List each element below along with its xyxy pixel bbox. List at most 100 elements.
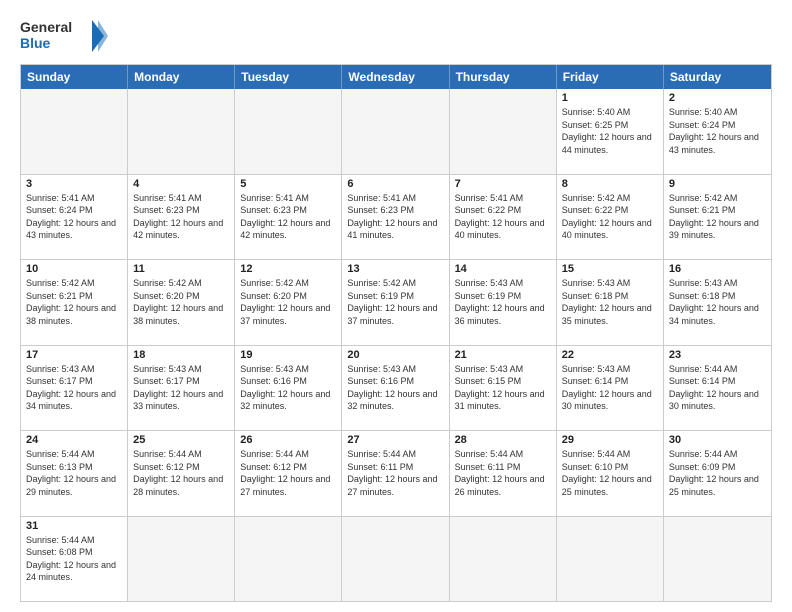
- sun-info: Sunrise: 5:44 AMSunset: 6:10 PMDaylight:…: [562, 448, 658, 498]
- day-number: 25: [133, 434, 229, 446]
- calendar-cell-3-2: 19 Sunrise: 5:43 AMSunset: 6:16 PMDayligh…: [235, 346, 342, 431]
- calendar-cell-0-5: 1Sunrise: 5:40 AMSunset: 6:25 PMDaylight…: [557, 89, 664, 174]
- calendar-cell-5-0: 31Sunrise: 5:44 AMSunset: 6:08 PMDayligh…: [21, 517, 128, 602]
- calendar-cell-0-1: [128, 89, 235, 174]
- calendar-row-4: 24Sunrise: 5:44 AMSunset: 6:13 PMDayligh…: [21, 430, 771, 516]
- day-number: 5: [240, 178, 336, 190]
- calendar-cell-4-5: 29Sunrise: 5:44 AMSunset: 6:10 PMDayligh…: [557, 431, 664, 516]
- calendar-cell-5-2: [235, 517, 342, 602]
- calendar-cell-1-6: 9Sunrise: 5:42 AMSunset: 6:21 PMDaylight…: [664, 175, 771, 260]
- sun-info: Sunrise: 5:43 AMSunset: 6:17 PMDaylight:…: [133, 363, 229, 413]
- sun-info: Sunrise: 5:41 AMSunset: 6:23 PMDaylight:…: [347, 192, 443, 242]
- day-number: 23: [669, 349, 766, 361]
- calendar-body: 1Sunrise: 5:40 AMSunset: 6:25 PMDaylight…: [21, 89, 771, 601]
- logo-svg: General Blue: [20, 16, 110, 56]
- calendar-cell-2-0: 10Sunrise: 5:42 AMSunset: 6:21 PMDayligh…: [21, 260, 128, 345]
- calendar-cell-1-2: 5 Sunrise: 5:41 AMSunset: 6:23 PMDaylight…: [235, 175, 342, 260]
- calendar-row-3: 17Sunrise: 5:43 AMSunset: 6:17 PMDayligh…: [21, 345, 771, 431]
- calendar-cell-5-1: [128, 517, 235, 602]
- weekday-header-monday: Monday: [128, 65, 235, 89]
- day-number: 19: [240, 349, 336, 361]
- calendar-cell-1-5: 8 Sunrise: 5:42 AMSunset: 6:22 PMDaylight…: [557, 175, 664, 260]
- sun-info: Sunrise: 5:44 AMSunset: 6:14 PMDaylight:…: [669, 363, 766, 413]
- calendar-cell-3-4: 21 Sunrise: 5:43 AMSunset: 6:15 PMDayligh…: [450, 346, 557, 431]
- calendar-cell-3-6: 23 Sunrise: 5:44 AMSunset: 6:14 PMDayligh…: [664, 346, 771, 431]
- day-number: 11: [133, 263, 229, 275]
- sun-info: Sunrise: 5:41 AMSunset: 6:22 PMDaylight:…: [455, 192, 551, 242]
- calendar-cell-4-6: 30Sunrise: 5:44 AMSunset: 6:09 PMDayligh…: [664, 431, 771, 516]
- sun-info: Sunrise: 5:42 AMSunset: 6:20 PMDaylight:…: [240, 277, 336, 327]
- sun-info: Sunrise: 5:43 AMSunset: 6:16 PMDaylight:…: [347, 363, 443, 413]
- day-number: 15: [562, 263, 658, 275]
- calendar-cell-1-4: 7 Sunrise: 5:41 AMSunset: 6:22 PMDaylight…: [450, 175, 557, 260]
- sun-info: Sunrise: 5:44 AMSunset: 6:11 PMDaylight:…: [347, 448, 443, 498]
- day-number: 30: [669, 434, 766, 446]
- calendar-cell-5-3: [342, 517, 449, 602]
- day-number: 8: [562, 178, 658, 190]
- calendar-cell-3-1: 18 Sunrise: 5:43 AMSunset: 6:17 PMDayligh…: [128, 346, 235, 431]
- day-number: 24: [26, 434, 122, 446]
- day-number: 4: [133, 178, 229, 190]
- day-number: 13: [347, 263, 443, 275]
- calendar-cell-0-4: [450, 89, 557, 174]
- calendar-cell-2-3: 13 Sunrise: 5:42 AMSunset: 6:19 PMDayligh…: [342, 260, 449, 345]
- day-number: 12: [240, 263, 336, 275]
- calendar-cell-2-5: 15 Sunrise: 5:43 AMSunset: 6:18 PMDayligh…: [557, 260, 664, 345]
- day-number: 27: [347, 434, 443, 446]
- calendar-cell-4-1: 25Sunrise: 5:44 AMSunset: 6:12 PMDayligh…: [128, 431, 235, 516]
- sun-info: Sunrise: 5:43 AMSunset: 6:19 PMDaylight:…: [455, 277, 551, 327]
- sun-info: Sunrise: 5:41 AMSunset: 6:24 PMDaylight:…: [26, 192, 122, 242]
- calendar-cell-4-0: 24Sunrise: 5:44 AMSunset: 6:13 PMDayligh…: [21, 431, 128, 516]
- sun-info: Sunrise: 5:42 AMSunset: 6:20 PMDaylight:…: [133, 277, 229, 327]
- calendar-cell-0-0: [21, 89, 128, 174]
- sun-info: Sunrise: 5:42 AMSunset: 6:19 PMDaylight:…: [347, 277, 443, 327]
- sun-info: Sunrise: 5:44 AMSunset: 6:11 PMDaylight:…: [455, 448, 551, 498]
- calendar-cell-5-4: [450, 517, 557, 602]
- sun-info: Sunrise: 5:41 AMSunset: 6:23 PMDaylight:…: [240, 192, 336, 242]
- weekday-header-saturday: Saturday: [664, 65, 771, 89]
- calendar-cell-1-0: 3 Sunrise: 5:41 AMSunset: 6:24 PMDaylight…: [21, 175, 128, 260]
- day-number: 14: [455, 263, 551, 275]
- calendar-row-1: 3 Sunrise: 5:41 AMSunset: 6:24 PMDaylight…: [21, 174, 771, 260]
- sun-info: Sunrise: 5:43 AMSunset: 6:14 PMDaylight:…: [562, 363, 658, 413]
- weekday-header-wednesday: Wednesday: [342, 65, 449, 89]
- calendar-row-5: 31Sunrise: 5:44 AMSunset: 6:08 PMDayligh…: [21, 516, 771, 602]
- calendar-row-0: 1Sunrise: 5:40 AMSunset: 6:25 PMDaylight…: [21, 89, 771, 174]
- day-number: 26: [240, 434, 336, 446]
- sun-info: Sunrise: 5:42 AMSunset: 6:22 PMDaylight:…: [562, 192, 658, 242]
- calendar-cell-2-6: 16Sunrise: 5:43 AMSunset: 6:18 PMDayligh…: [664, 260, 771, 345]
- day-number: 3: [26, 178, 122, 190]
- calendar-cell-3-5: 22Sunrise: 5:43 AMSunset: 6:14 PMDayligh…: [557, 346, 664, 431]
- weekday-header-friday: Friday: [557, 65, 664, 89]
- calendar: SundayMondayTuesdayWednesdayThursdayFrid…: [20, 64, 772, 602]
- calendar-cell-0-3: [342, 89, 449, 174]
- calendar-cell-1-1: 4 Sunrise: 5:41 AMSunset: 6:23 PMDaylight…: [128, 175, 235, 260]
- calendar-row-2: 10Sunrise: 5:42 AMSunset: 6:21 PMDayligh…: [21, 259, 771, 345]
- calendar-cell-2-1: 11 Sunrise: 5:42 AMSunset: 6:20 PMDayligh…: [128, 260, 235, 345]
- calendar-cell-0-6: 2Sunrise: 5:40 AMSunset: 6:24 PMDaylight…: [664, 89, 771, 174]
- sun-info: Sunrise: 5:42 AMSunset: 6:21 PMDaylight:…: [669, 192, 766, 242]
- calendar-cell-1-3: 6Sunrise: 5:41 AMSunset: 6:23 PMDaylight…: [342, 175, 449, 260]
- calendar-header: SundayMondayTuesdayWednesdayThursdayFrid…: [21, 65, 771, 89]
- calendar-cell-4-2: 26Sunrise: 5:44 AMSunset: 6:12 PMDayligh…: [235, 431, 342, 516]
- sun-info: Sunrise: 5:42 AMSunset: 6:21 PMDaylight:…: [26, 277, 122, 327]
- day-number: 18: [133, 349, 229, 361]
- calendar-cell-4-4: 28 Sunrise: 5:44 AMSunset: 6:11 PMDayligh…: [450, 431, 557, 516]
- sun-info: Sunrise: 5:43 AMSunset: 6:16 PMDaylight:…: [240, 363, 336, 413]
- sun-info: Sunrise: 5:41 AMSunset: 6:23 PMDaylight:…: [133, 192, 229, 242]
- day-number: 28: [455, 434, 551, 446]
- logo: General Blue: [20, 16, 110, 56]
- sun-info: Sunrise: 5:43 AMSunset: 6:15 PMDaylight:…: [455, 363, 551, 413]
- weekday-header-sunday: Sunday: [21, 65, 128, 89]
- day-number: 1: [562, 92, 658, 104]
- page-header: General Blue: [20, 16, 772, 56]
- day-number: 16: [669, 263, 766, 275]
- svg-text:Blue: Blue: [20, 35, 51, 51]
- sun-info: Sunrise: 5:43 AMSunset: 6:17 PMDaylight:…: [26, 363, 122, 413]
- day-number: 7: [455, 178, 551, 190]
- sun-info: Sunrise: 5:43 AMSunset: 6:18 PMDaylight:…: [562, 277, 658, 327]
- day-number: 21: [455, 349, 551, 361]
- calendar-cell-2-2: 12 Sunrise: 5:42 AMSunset: 6:20 PMDayligh…: [235, 260, 342, 345]
- weekday-header-thursday: Thursday: [450, 65, 557, 89]
- calendar-cell-3-0: 17Sunrise: 5:43 AMSunset: 6:17 PMDayligh…: [21, 346, 128, 431]
